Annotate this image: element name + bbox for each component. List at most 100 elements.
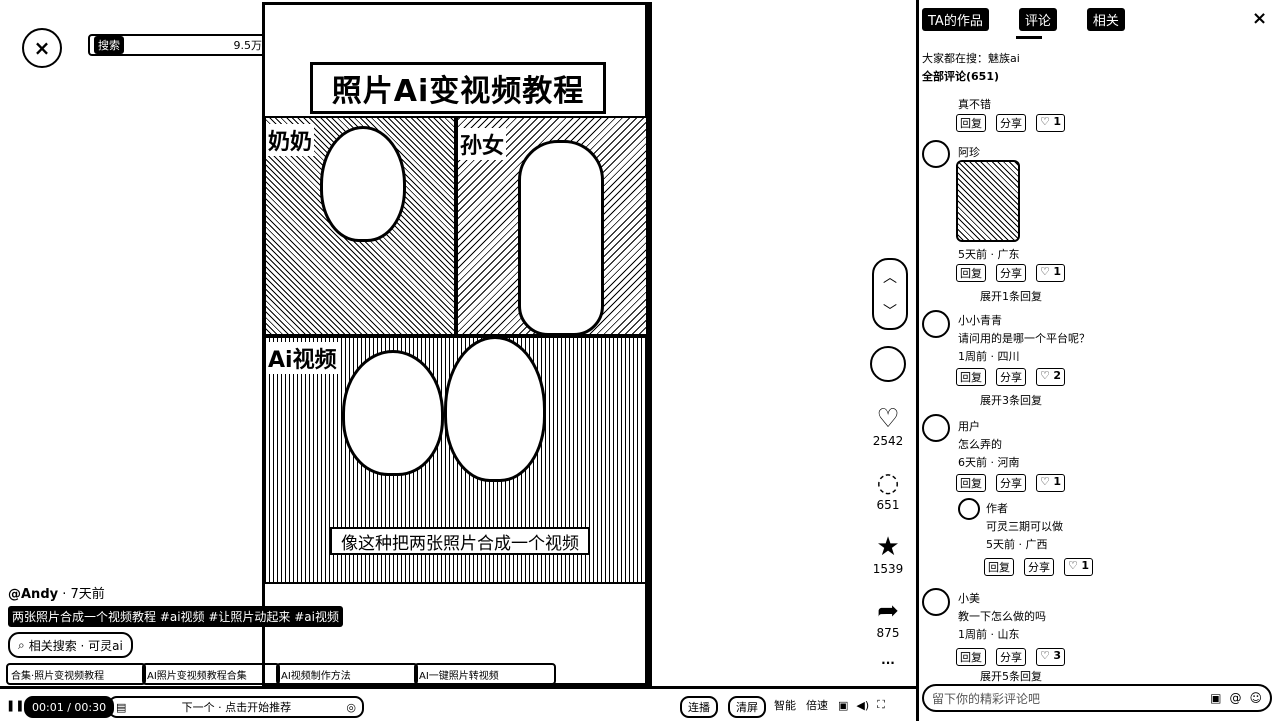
reply-avatar[interactable] (958, 498, 980, 520)
favorite-button[interactable]: ★ 1539 (868, 532, 908, 576)
comment-1-actions: 回复 分享 ♡ 1 (956, 114, 1066, 132)
reply-button[interactable]: 回复 (956, 264, 986, 282)
comment-like-button[interactable]: ♡ 1 (1036, 114, 1066, 132)
label-ai-video: Ai视频 (266, 342, 339, 374)
comment-2-user[interactable]: 阿珍 (958, 144, 980, 160)
comment-4-meta: 6天前 · 河南 (958, 456, 1020, 469)
comment-like-button[interactable]: ♡ 1 (1064, 558, 1094, 576)
comment-3-meta: 1周前 · 四川 (958, 350, 1020, 363)
panel-tabs: TA的作品 评论 相关 (922, 8, 1125, 31)
input-tools: ▣ @ ☺ (1210, 691, 1262, 705)
settings-icon: ◎ (346, 700, 356, 714)
share-icon: ➦ (877, 596, 899, 626)
pause-button[interactable]: ❚❚ (6, 696, 24, 714)
comment-3-user[interactable]: 小小青青 (958, 312, 1002, 328)
collection-chip-4[interactable]: AI一键照片转视频 (414, 663, 556, 685)
comment-input[interactable]: 留下你的精彩评论吧 ▣ @ ☺ (922, 684, 1272, 712)
tab-works[interactable]: TA的作品 (922, 8, 989, 31)
share-button[interactable]: ➦ 875 (868, 596, 908, 640)
panel-close-icon[interactable]: × (1252, 8, 1267, 29)
ai-grandma-face (342, 350, 444, 476)
comment-4-avatar[interactable] (922, 414, 950, 442)
comment-3-expand[interactable]: 展开3条回复 (980, 392, 1042, 408)
collection-chip-2[interactable]: AI照片变视频教程合集 (142, 663, 280, 685)
time-display: 00:01 / 00:30 (24, 696, 115, 718)
clear-screen-label: 清屏 (736, 701, 758, 714)
reply-button[interactable]: 回复 (956, 648, 986, 666)
share-comment-button[interactable]: 分享 (996, 474, 1026, 492)
fullscreen-icon[interactable]: ⛶ (877, 698, 885, 712)
comment-2-image[interactable] (956, 160, 1020, 242)
clear-screen-toggle[interactable]: 清屏 (728, 696, 766, 718)
progress-bar-fill[interactable] (0, 686, 44, 689)
comment-4-actions: 回复 分享 ♡ 1 (956, 474, 1066, 492)
comment-like-button[interactable]: ♡ 3 (1036, 648, 1066, 666)
reply-user[interactable]: 作者 (986, 500, 1008, 516)
prev-video-icon[interactable]: ︿ (883, 267, 897, 287)
autoplay-toggle[interactable]: 连播 (680, 696, 718, 718)
comment-2-expand[interactable]: 展开1条回复 (980, 288, 1042, 304)
at-icon[interactable]: @ (1229, 691, 1241, 705)
collection-chip-3[interactable]: AI视频制作方法 (276, 663, 418, 685)
close-button[interactable]: × (22, 28, 62, 68)
image-icon[interactable]: ▣ (1210, 691, 1221, 705)
heart-icon: ♡ (876, 404, 900, 434)
favorite-count: 1539 (872, 562, 904, 576)
author-name[interactable]: @Andy (8, 587, 58, 602)
playlist-icon: ▤ (116, 700, 127, 714)
pip-icon[interactable]: ▣ (838, 699, 848, 712)
search-icon: ⌕ (18, 637, 25, 652)
comment-3-avatar[interactable] (922, 310, 950, 338)
collection-chip-1[interactable]: 合集·照片变视频教程 (6, 663, 146, 685)
comment-4-user[interactable]: 用户 (958, 418, 980, 434)
search-box[interactable]: 搜索 9.5万 (88, 34, 268, 56)
next-video-bar[interactable]: ▤ 下一个 · 点击开始推荐 ◎ (108, 696, 364, 718)
comment-like-button[interactable]: ♡ 1 (1036, 264, 1066, 282)
comment-button[interactable]: ◌ 651 (868, 468, 908, 512)
share-count: 875 (876, 626, 900, 640)
all-comments-count: 全部评论(651) (922, 70, 1000, 83)
video-title-banner: 照片Ai变视频教程 (310, 62, 606, 114)
volume-icon[interactable]: ◀) (856, 699, 869, 712)
more-button[interactable]: ··· (868, 656, 908, 670)
comment-count: 651 (876, 498, 900, 512)
quality-label: 智能 (774, 699, 796, 712)
share-comment-button[interactable]: 分享 (996, 264, 1026, 282)
share-comment-button[interactable]: 分享 (996, 368, 1026, 386)
post-time: · 7天前 (62, 587, 105, 602)
quality-button[interactable]: 智能 (774, 696, 796, 714)
close-icon: × (33, 36, 51, 60)
active-tab-indicator (1016, 36, 1042, 39)
reply-button[interactable]: 回复 (956, 474, 986, 492)
share-comment-button[interactable]: 分享 (996, 114, 1026, 132)
reply-button[interactable]: 回复 (956, 368, 986, 386)
search-count: 9.5万 (233, 39, 263, 52)
grandma-face (320, 126, 406, 242)
speed-button[interactable]: 倍速 (806, 696, 828, 714)
granddaughter-figure (518, 140, 604, 336)
next-video-icon[interactable]: ﹀ (883, 301, 897, 321)
star-icon: ★ (876, 532, 900, 562)
comment-5-user[interactable]: 小美 (958, 590, 980, 606)
trending-search[interactable]: 大家都在搜：魅族ai (922, 50, 1020, 66)
share-comment-button[interactable]: 分享 (1024, 558, 1054, 576)
comment-like-button[interactable]: ♡ 1 (1036, 474, 1066, 492)
emoji-icon[interactable]: ☺ (1249, 691, 1262, 705)
comment-like-button[interactable]: ♡ 2 (1036, 368, 1066, 386)
tab-comments[interactable]: 评论 (1018, 8, 1057, 31)
tab-related[interactable]: 相关 (1086, 8, 1125, 31)
reply-button[interactable]: 回复 (984, 558, 1014, 576)
related-search-label: 相关搜索 · 可灵ai (28, 638, 123, 653)
related-search-button[interactable]: ⌕ 相关搜索 · 可灵ai (8, 632, 133, 658)
video-border (648, 2, 652, 686)
comment-2-avatar[interactable] (922, 140, 950, 168)
comment-5-meta: 1周前 · 山东 (958, 628, 1020, 641)
search-chip[interactable]: 搜索 (94, 36, 124, 54)
author-avatar[interactable] (870, 346, 906, 382)
comment-5-avatar[interactable] (922, 588, 950, 616)
like-button[interactable]: ♡ 2542 (868, 404, 908, 448)
reply-button[interactable]: 回复 (956, 114, 986, 132)
comment-5-expand[interactable]: 展开5条回复 (980, 668, 1042, 684)
share-comment-button[interactable]: 分享 (996, 648, 1026, 666)
window-controls: ▣ ◀) ⛶ (838, 696, 885, 714)
